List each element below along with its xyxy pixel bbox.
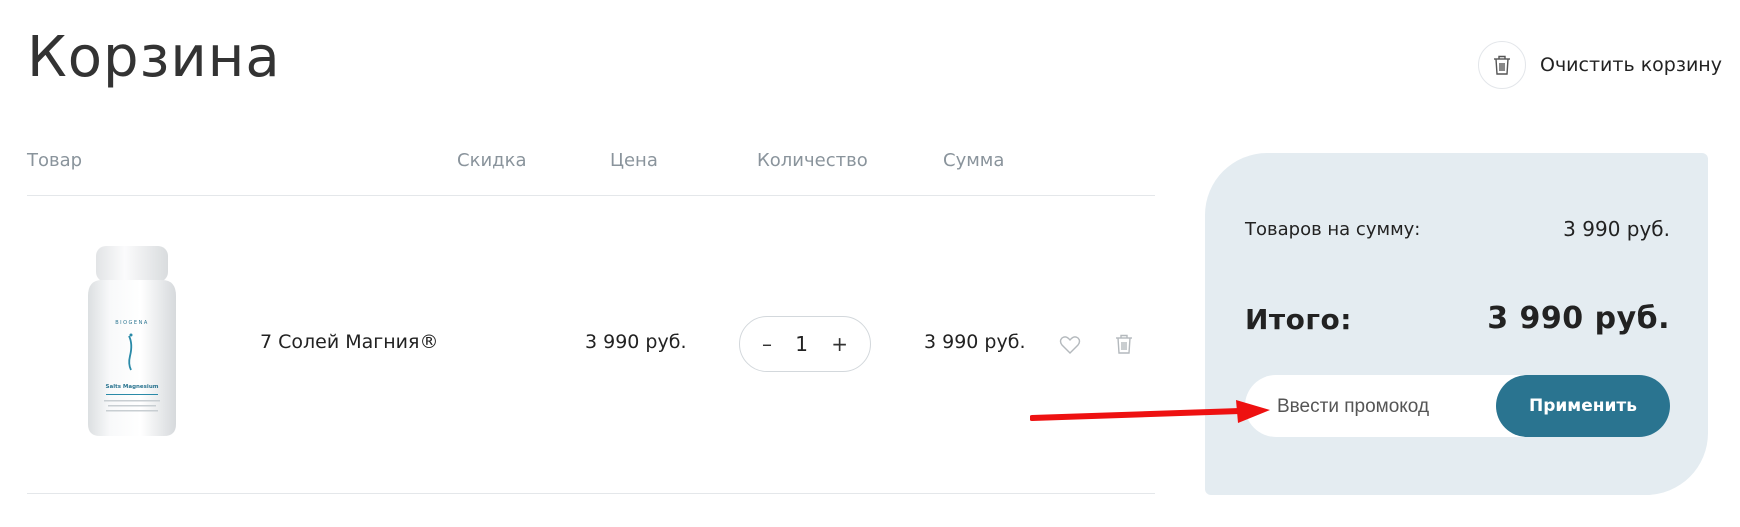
quantity-decrement-button[interactable]: – <box>762 332 772 356</box>
clear-cart-icon-circle <box>1478 41 1526 89</box>
header-price: Цена <box>610 150 658 171</box>
bottle-product-name: Salts Magnesium <box>106 384 159 390</box>
product-sum: 3 990 руб. <box>924 331 1026 353</box>
row-divider <box>27 493 1155 494</box>
bottle-brand: BIOGENA <box>115 320 149 326</box>
quantity-value[interactable]: 1 <box>795 332 808 356</box>
header-sum: Сумма <box>943 150 1005 171</box>
product-image[interactable]: BIOGENA Salts Magnesium <box>82 244 182 440</box>
quantity-increment-button[interactable]: + <box>831 332 848 356</box>
header-divider <box>27 195 1155 196</box>
product-price: 3 990 руб. <box>585 331 687 353</box>
header-discount: Скидка <box>457 150 527 171</box>
items-total-value: 3 990 руб. <box>1563 217 1670 241</box>
header-product: Товар <box>27 150 83 171</box>
page-title: Корзина <box>27 25 281 90</box>
promo-code-form: Применить <box>1245 375 1670 439</box>
trash-icon <box>1494 55 1510 75</box>
grand-total-value: 3 990 руб. <box>1487 301 1670 336</box>
clear-cart-button[interactable]: Очистить корзину <box>1478 41 1722 89</box>
product-name[interactable]: 7 Солей Магния® <box>260 331 438 353</box>
grand-total-label: Итого: <box>1245 303 1352 336</box>
clear-cart-label: Очистить корзину <box>1540 54 1722 76</box>
cart-page: Корзина Очистить корзину Товар Скидка Це… <box>0 0 1740 527</box>
order-summary-panel: Товаров на сумму: 3 990 руб. Итого: 3 99… <box>1205 153 1708 495</box>
heart-icon[interactable] <box>1059 335 1081 355</box>
supplement-bottle-image: BIOGENA Salts Magnesium <box>88 246 176 436</box>
annotation-arrow-icon <box>1030 400 1270 423</box>
quantity-stepper: – 1 + <box>739 316 871 372</box>
apply-promo-button[interactable]: Применить <box>1496 375 1670 437</box>
promo-code-input[interactable] <box>1275 375 1499 439</box>
items-total-label: Товаров на сумму: <box>1245 219 1421 240</box>
delete-item-trash-icon[interactable] <box>1114 333 1134 355</box>
header-quantity: Количество <box>757 150 868 171</box>
